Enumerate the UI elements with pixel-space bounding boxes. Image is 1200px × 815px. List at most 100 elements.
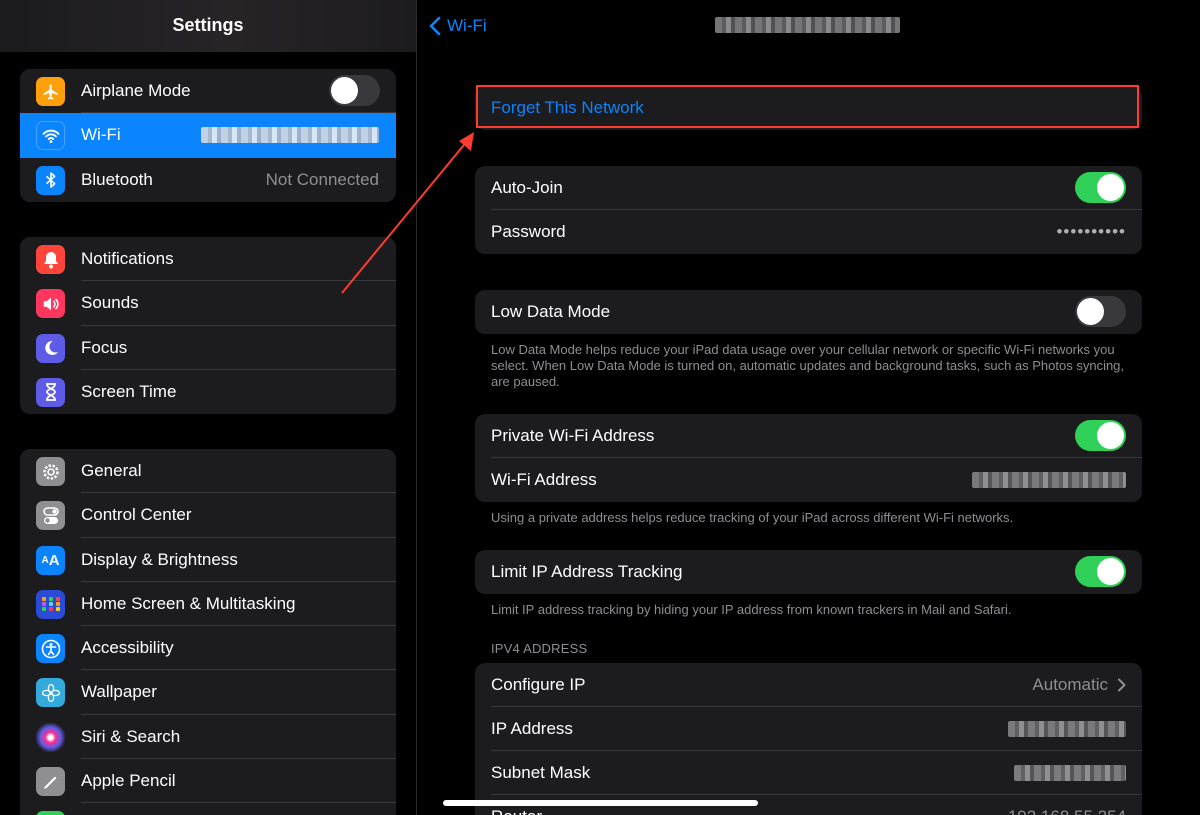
subnet-mask-label: Subnet Mask	[491, 763, 591, 782]
sidebar-item-focus[interactable]: Focus	[20, 326, 396, 370]
notifications-group: Notifications Sounds Focus Screen Time	[20, 237, 396, 415]
sidebar-item-wifi[interactable]: Wi-Fi	[20, 113, 396, 158]
ipv4-group: Configure IP Automatic IP Address Subnet…	[475, 663, 1142, 815]
ip-address-label: IP Address	[491, 719, 573, 738]
airplane-mode-toggle[interactable]	[329, 75, 380, 106]
subnet-mask-redacted	[1014, 765, 1126, 781]
auto-join-toggle[interactable]	[1075, 172, 1126, 203]
private-address-label: Private Wi-Fi Address	[491, 426, 655, 445]
accessibility-icon	[36, 634, 65, 664]
chevron-left-icon	[429, 16, 441, 36]
ipv4-section-header: IPV4 ADDRESS	[491, 641, 588, 656]
sidebar-item-label: General	[81, 461, 142, 480]
password-label: Password	[491, 222, 566, 241]
sidebar-item-label: Focus	[81, 337, 128, 357]
back-label: Wi-Fi	[447, 16, 487, 35]
limit-ip-group: Limit IP Address Tracking	[475, 550, 1142, 594]
subnet-mask-row: Subnet Mask	[475, 751, 1142, 795]
gear-icon	[36, 457, 65, 486]
limit-ip-row[interactable]: Limit IP Address Tracking	[475, 550, 1142, 594]
siri-icon	[36, 722, 65, 752]
sidebar-item-label: Siri & Search	[81, 726, 181, 746]
sidebar-item-label: Sounds	[81, 293, 139, 313]
sidebar-item-label: Notifications	[81, 249, 174, 268]
auto-join-label: Auto-Join	[491, 178, 563, 197]
low-data-group: Low Data Mode	[475, 290, 1142, 334]
sidebar-item-home-screen[interactable]: Home Screen & Multitasking	[20, 582, 396, 627]
sidebar-item-wallpaper[interactable]: Wallpaper	[20, 670, 396, 715]
password-row[interactable]: Password ••••••••••	[475, 210, 1142, 254]
sidebar-item-label: Home Screen & Multitasking	[81, 593, 296, 613]
sidebar-item-label: Airplane Mode	[81, 81, 191, 100]
configure-ip-value: Automatic	[1032, 675, 1108, 694]
sidebar-item-label: Bluetooth	[81, 169, 153, 189]
configure-ip-label: Configure IP	[491, 675, 586, 694]
wifi-address-redacted	[972, 472, 1126, 488]
sidebar-item-label: Accessibility	[81, 638, 174, 658]
bluetooth-status: Not Connected	[265, 169, 379, 189]
auto-join-row[interactable]: Auto-Join	[475, 166, 1142, 210]
network-title-redacted	[715, 17, 900, 33]
airplane-icon	[36, 77, 65, 106]
private-address-toggle[interactable]	[1075, 420, 1126, 451]
sidebar-item-label: Control Center	[81, 505, 192, 525]
private-address-footnote: Using a private address helps reduce tra…	[491, 510, 1014, 525]
hourglass-icon	[36, 377, 65, 407]
sidebar-header: Settings	[0, 0, 416, 52]
moon-icon	[36, 333, 65, 363]
sidebar-item-sounds[interactable]: Sounds	[20, 281, 396, 326]
sidebar-item-control-center[interactable]: Control Center	[20, 493, 396, 538]
private-address-row[interactable]: Private Wi-Fi Address	[475, 414, 1142, 458]
network-name-redacted	[201, 127, 379, 144]
switches-icon	[36, 501, 65, 531]
sidebar-item-airplane-mode[interactable]: Airplane Mode	[20, 69, 396, 114]
join-settings-group: Auto-Join Password ••••••••••	[475, 166, 1142, 254]
annotation-highlight-box	[476, 85, 1139, 128]
partial-app-icon	[36, 811, 65, 815]
sidebar-item-label: Wi-Fi	[81, 125, 121, 145]
wifi-address-row: Wi-Fi Address	[475, 458, 1142, 502]
flower-icon	[36, 678, 65, 708]
connectivity-group: Airplane Mode Wi-Fi Bluetooth Not Connec…	[20, 69, 396, 202]
app-grid-icon	[36, 589, 65, 619]
low-data-mode-label: Low Data Mode	[491, 302, 611, 321]
low-data-mode-row[interactable]: Low Data Mode	[475, 290, 1142, 334]
limit-ip-footnote: Limit IP address tracking by hiding your…	[491, 602, 1012, 617]
chevron-right-icon	[1118, 678, 1126, 692]
back-button[interactable]: Wi-Fi	[429, 14, 487, 38]
sidebar-item-notifications[interactable]: Notifications	[20, 237, 396, 282]
limit-ip-toggle[interactable]	[1075, 556, 1126, 587]
bell-icon	[36, 245, 65, 274]
wifi-address-label: Wi-Fi Address	[491, 470, 597, 489]
sidebar-item-label: Display & Brightness	[81, 549, 238, 569]
sidebar-item-accessibility[interactable]: Accessibility	[20, 626, 396, 671]
private-address-group: Private Wi-Fi Address Wi-Fi Address	[475, 414, 1142, 502]
settings-sidebar: Settings Airplane Mode Wi-Fi Bluetooth N…	[0, 0, 416, 815]
speaker-icon	[36, 289, 65, 319]
limit-ip-label: Limit IP Address Tracking	[491, 562, 683, 581]
sidebar-item-screen-time[interactable]: Screen Time	[20, 370, 396, 414]
sidebar-item-bluetooth[interactable]: Bluetooth Not Connected	[20, 158, 396, 202]
sidebar-item-apple-pencil[interactable]: Apple Pencil	[20, 759, 396, 804]
router-value: 192.168.55.254	[1008, 795, 1126, 815]
ip-address-redacted	[1008, 721, 1126, 737]
sidebar-item-label: Apple Pencil	[81, 771, 176, 791]
sidebar-item-label: Screen Time	[81, 381, 177, 401]
text-size-icon: AA	[36, 545, 65, 575]
bluetooth-icon	[36, 165, 65, 195]
low-data-mode-toggle[interactable]	[1075, 296, 1126, 327]
sidebar-title: Settings	[172, 15, 244, 35]
sidebar-item-partial[interactable]	[20, 803, 396, 815]
password-value: ••••••••••	[1056, 222, 1126, 241]
low-data-footnote: Low Data Mode helps reduce your iPad dat…	[491, 342, 1125, 389]
pencil-icon	[36, 767, 65, 797]
wifi-icon	[36, 121, 65, 151]
general-group: General Control Center AA Display & Brig…	[20, 449, 396, 815]
ip-address-row: IP Address	[475, 707, 1142, 751]
sidebar-item-label: Wallpaper	[81, 682, 157, 702]
sidebar-item-display-brightness[interactable]: AA Display & Brightness	[20, 538, 396, 582]
home-indicator	[443, 800, 758, 806]
sidebar-item-siri-search[interactable]: Siri & Search	[20, 715, 396, 760]
sidebar-item-general[interactable]: General	[20, 449, 396, 494]
configure-ip-row[interactable]: Configure IP Automatic	[475, 663, 1142, 707]
